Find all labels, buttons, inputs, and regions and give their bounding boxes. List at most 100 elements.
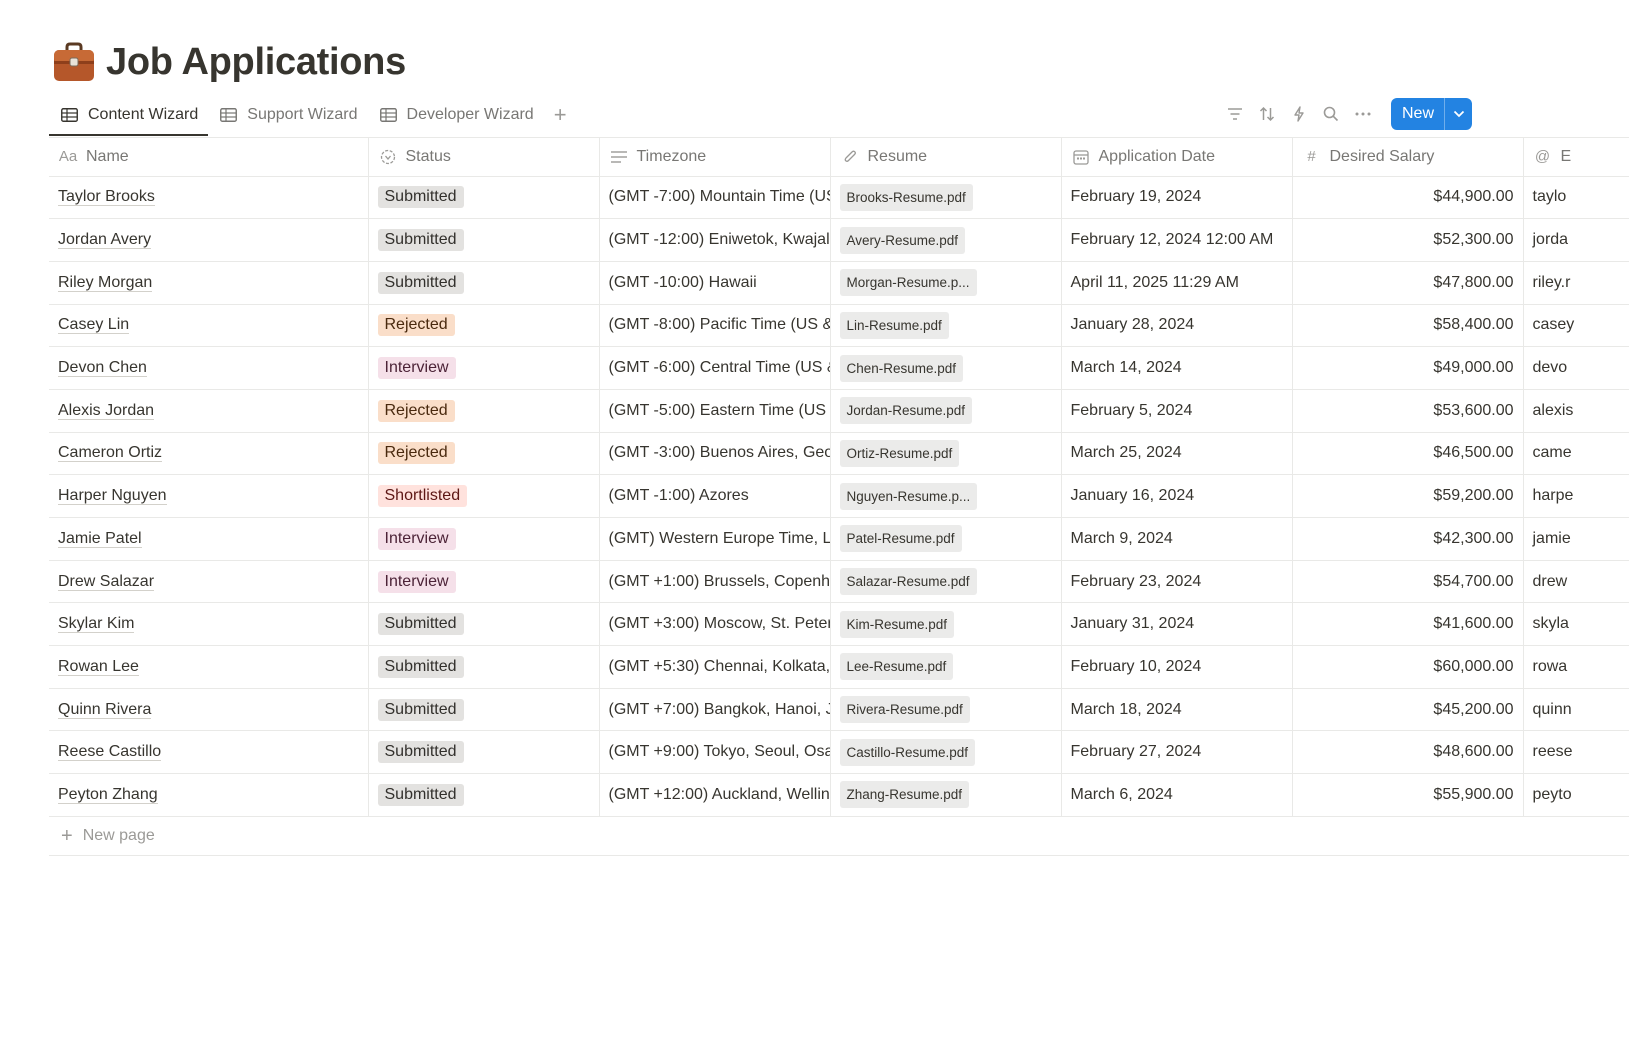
resume-file-tag[interactable]: Brooks-Resume.pdf — [839, 183, 973, 211]
status-cell[interactable]: Interview — [368, 560, 600, 604]
status-cell[interactable]: Rejected — [368, 389, 600, 433]
resume-cell[interactable]: Brooks-Resume.pdf — [830, 176, 1062, 220]
table-row[interactable]: Casey Lin Rejected (GMT -8:00) Pacific Tim… — [49, 304, 1629, 348]
email-cell[interactable]: rowa — [1523, 645, 1629, 689]
add-view-icon[interactable]: + — [544, 96, 577, 134]
resume-cell[interactable]: Avery-Resume.pdf — [830, 218, 1062, 262]
status-cell[interactable]: Submitted — [368, 218, 600, 262]
email-cell[interactable]: quinn — [1523, 688, 1629, 732]
column-header-timezone[interactable]: Timezone — [599, 138, 831, 177]
name-cell[interactable]: Reese Castillo — [49, 730, 369, 775]
applicant-name[interactable]: Devon Chen — [58, 359, 147, 378]
timezone-cell[interactable]: (GMT -10:00) Hawaii — [599, 261, 831, 305]
email-cell[interactable]: taylo — [1523, 176, 1629, 220]
email-cell[interactable]: harpe — [1523, 474, 1629, 518]
applicant-name[interactable]: Drew Salazar — [58, 572, 155, 591]
timezone-cell[interactable]: (GMT -12:00) Eniwetok, Kwajale — [599, 218, 831, 262]
applicant-name[interactable]: Alexis Jordan — [58, 401, 155, 420]
desired-salary-cell[interactable]: $42,300.00 — [1292, 517, 1524, 561]
resume-cell[interactable]: Lee-Resume.pdf — [830, 645, 1062, 689]
table-row[interactable]: Rowan Lee Submitted (GMT +5:30) Chennai, K… — [49, 645, 1629, 689]
resume-cell[interactable]: Zhang-Resume.pdf — [830, 773, 1062, 817]
table-row[interactable]: Quinn Rivera Submitted (GMT +7:00) Bangkok… — [49, 688, 1629, 732]
desired-salary-cell[interactable]: $48,600.00 — [1292, 730, 1524, 775]
desired-salary-cell[interactable]: $45,200.00 — [1292, 688, 1524, 732]
status-cell[interactable]: Submitted — [368, 645, 600, 689]
timezone-cell[interactable]: (GMT +9:00) Tokyo, Seoul, Osak — [599, 730, 831, 775]
resume-file-tag[interactable]: Zhang-Resume.pdf — [839, 781, 970, 809]
email-cell[interactable]: casey — [1523, 304, 1629, 348]
status-cell[interactable]: Submitted — [368, 730, 600, 775]
resume-file-tag[interactable]: Avery-Resume.pdf — [839, 226, 966, 254]
column-header-status[interactable]: Status — [368, 138, 600, 177]
tab-developer-wizard[interactable]: Developer Wizard — [368, 96, 544, 134]
resume-file-tag[interactable]: Nguyen-Resume.p... — [839, 482, 978, 510]
table-row[interactable]: Jordan Avery Submitted (GMT -12:00) Eniwet… — [49, 218, 1629, 262]
desired-salary-cell[interactable]: $46,500.00 — [1292, 432, 1524, 476]
timezone-cell[interactable]: (GMT -1:00) Azores — [599, 474, 831, 518]
table-row[interactable]: Skylar Kim Submitted (GMT +3:00) Moscow, S… — [49, 602, 1629, 647]
email-cell[interactable]: devo — [1523, 346, 1629, 390]
search-icon[interactable] — [1317, 100, 1345, 128]
status-cell[interactable]: Submitted — [368, 176, 600, 220]
applicant-name[interactable]: Casey Lin — [58, 316, 130, 335]
new-button[interactable]: New — [1391, 98, 1444, 130]
name-cell[interactable]: Harper Nguyen — [49, 474, 369, 518]
status-cell[interactable]: Rejected — [368, 432, 600, 476]
email-cell[interactable]: jamie — [1523, 517, 1629, 561]
table-row[interactable]: Cameron Ortiz Rejected (GMT -3:00) Buenos … — [49, 432, 1629, 476]
applicant-name[interactable]: Taylor Brooks — [58, 188, 155, 207]
resume-cell[interactable]: Kim-Resume.pdf — [830, 602, 1062, 647]
resume-cell[interactable]: Morgan-Resume.p... — [830, 261, 1062, 305]
status-cell[interactable]: Interview — [368, 346, 600, 390]
resume-cell[interactable]: Rivera-Resume.pdf — [830, 688, 1062, 732]
timezone-cell[interactable]: (GMT -3:00) Buenos Aires, Geor — [599, 432, 831, 476]
column-header-email[interactable]: @ E — [1523, 138, 1629, 177]
resume-file-tag[interactable]: Castillo-Resume.pdf — [839, 738, 976, 766]
application-date-cell[interactable]: February 19, 2024 — [1061, 176, 1293, 220]
resume-file-tag[interactable]: Lin-Resume.pdf — [839, 311, 949, 339]
desired-salary-cell[interactable]: $47,800.00 — [1292, 261, 1524, 305]
column-header-application-date[interactable]: Application Date — [1061, 138, 1293, 177]
sort-icon[interactable] — [1253, 100, 1281, 128]
name-cell[interactable]: Drew Salazar — [49, 560, 369, 604]
application-date-cell[interactable]: February 10, 2024 — [1061, 645, 1293, 689]
application-date-cell[interactable]: March 18, 2024 — [1061, 688, 1293, 732]
application-date-cell[interactable]: January 28, 2024 — [1061, 304, 1293, 348]
application-date-cell[interactable]: March 25, 2024 — [1061, 432, 1293, 476]
email-cell[interactable]: jorda — [1523, 218, 1629, 262]
name-cell[interactable]: Jordan Avery — [49, 218, 369, 262]
desired-salary-cell[interactable]: $52,300.00 — [1292, 218, 1524, 262]
resume-cell[interactable]: Patel-Resume.pdf — [830, 517, 1062, 561]
desired-salary-cell[interactable]: $49,000.00 — [1292, 346, 1524, 390]
application-date-cell[interactable]: February 12, 2024 12:00 AM — [1061, 218, 1293, 262]
resume-file-tag[interactable]: Lee-Resume.pdf — [839, 653, 954, 681]
applicant-name[interactable]: Riley Morgan — [58, 273, 153, 292]
timezone-cell[interactable]: (GMT +1:00) Brussels, Copenha — [599, 560, 831, 604]
applicant-name[interactable]: Cameron Ortiz — [58, 444, 163, 463]
application-date-cell[interactable]: March 9, 2024 — [1061, 517, 1293, 561]
resume-cell[interactable]: Jordan-Resume.pdf — [830, 389, 1062, 433]
name-cell[interactable]: Peyton Zhang — [49, 773, 369, 817]
resume-cell[interactable]: Chen-Resume.pdf — [830, 346, 1062, 390]
automation-lightning-icon[interactable] — [1285, 100, 1313, 128]
column-header-resume[interactable]: Resume — [830, 138, 1062, 177]
timezone-cell[interactable]: (GMT +12:00) Auckland, Wellin — [599, 773, 831, 817]
timezone-cell[interactable]: (GMT -8:00) Pacific Time (US & — [599, 304, 831, 348]
desired-salary-cell[interactable]: $60,000.00 — [1292, 645, 1524, 689]
chevron-down-icon[interactable] — [1444, 98, 1472, 130]
tab-content-wizard[interactable]: Content Wizard — [49, 96, 209, 136]
applicant-name[interactable]: Harper Nguyen — [58, 487, 167, 506]
email-cell[interactable]: skyla — [1523, 602, 1629, 647]
applicant-name[interactable]: Quinn Rivera — [58, 700, 152, 719]
desired-salary-cell[interactable]: $54,700.00 — [1292, 560, 1524, 604]
table-row[interactable]: Riley Morgan Submitted (GMT -10:00) Hawaii… — [49, 261, 1629, 305]
status-cell[interactable]: Submitted — [368, 602, 600, 647]
name-cell[interactable]: Jamie Patel — [49, 517, 369, 561]
status-cell[interactable]: Rejected — [368, 304, 600, 348]
resume-file-tag[interactable]: Patel-Resume.pdf — [839, 525, 962, 553]
timezone-cell[interactable]: (GMT +7:00) Bangkok, Hanoi, Ja — [599, 688, 831, 732]
name-cell[interactable]: Alexis Jordan — [49, 389, 369, 433]
desired-salary-cell[interactable]: $44,900.00 — [1292, 176, 1524, 220]
timezone-cell[interactable]: (GMT +5:30) Chennai, Kolkata, I — [599, 645, 831, 689]
